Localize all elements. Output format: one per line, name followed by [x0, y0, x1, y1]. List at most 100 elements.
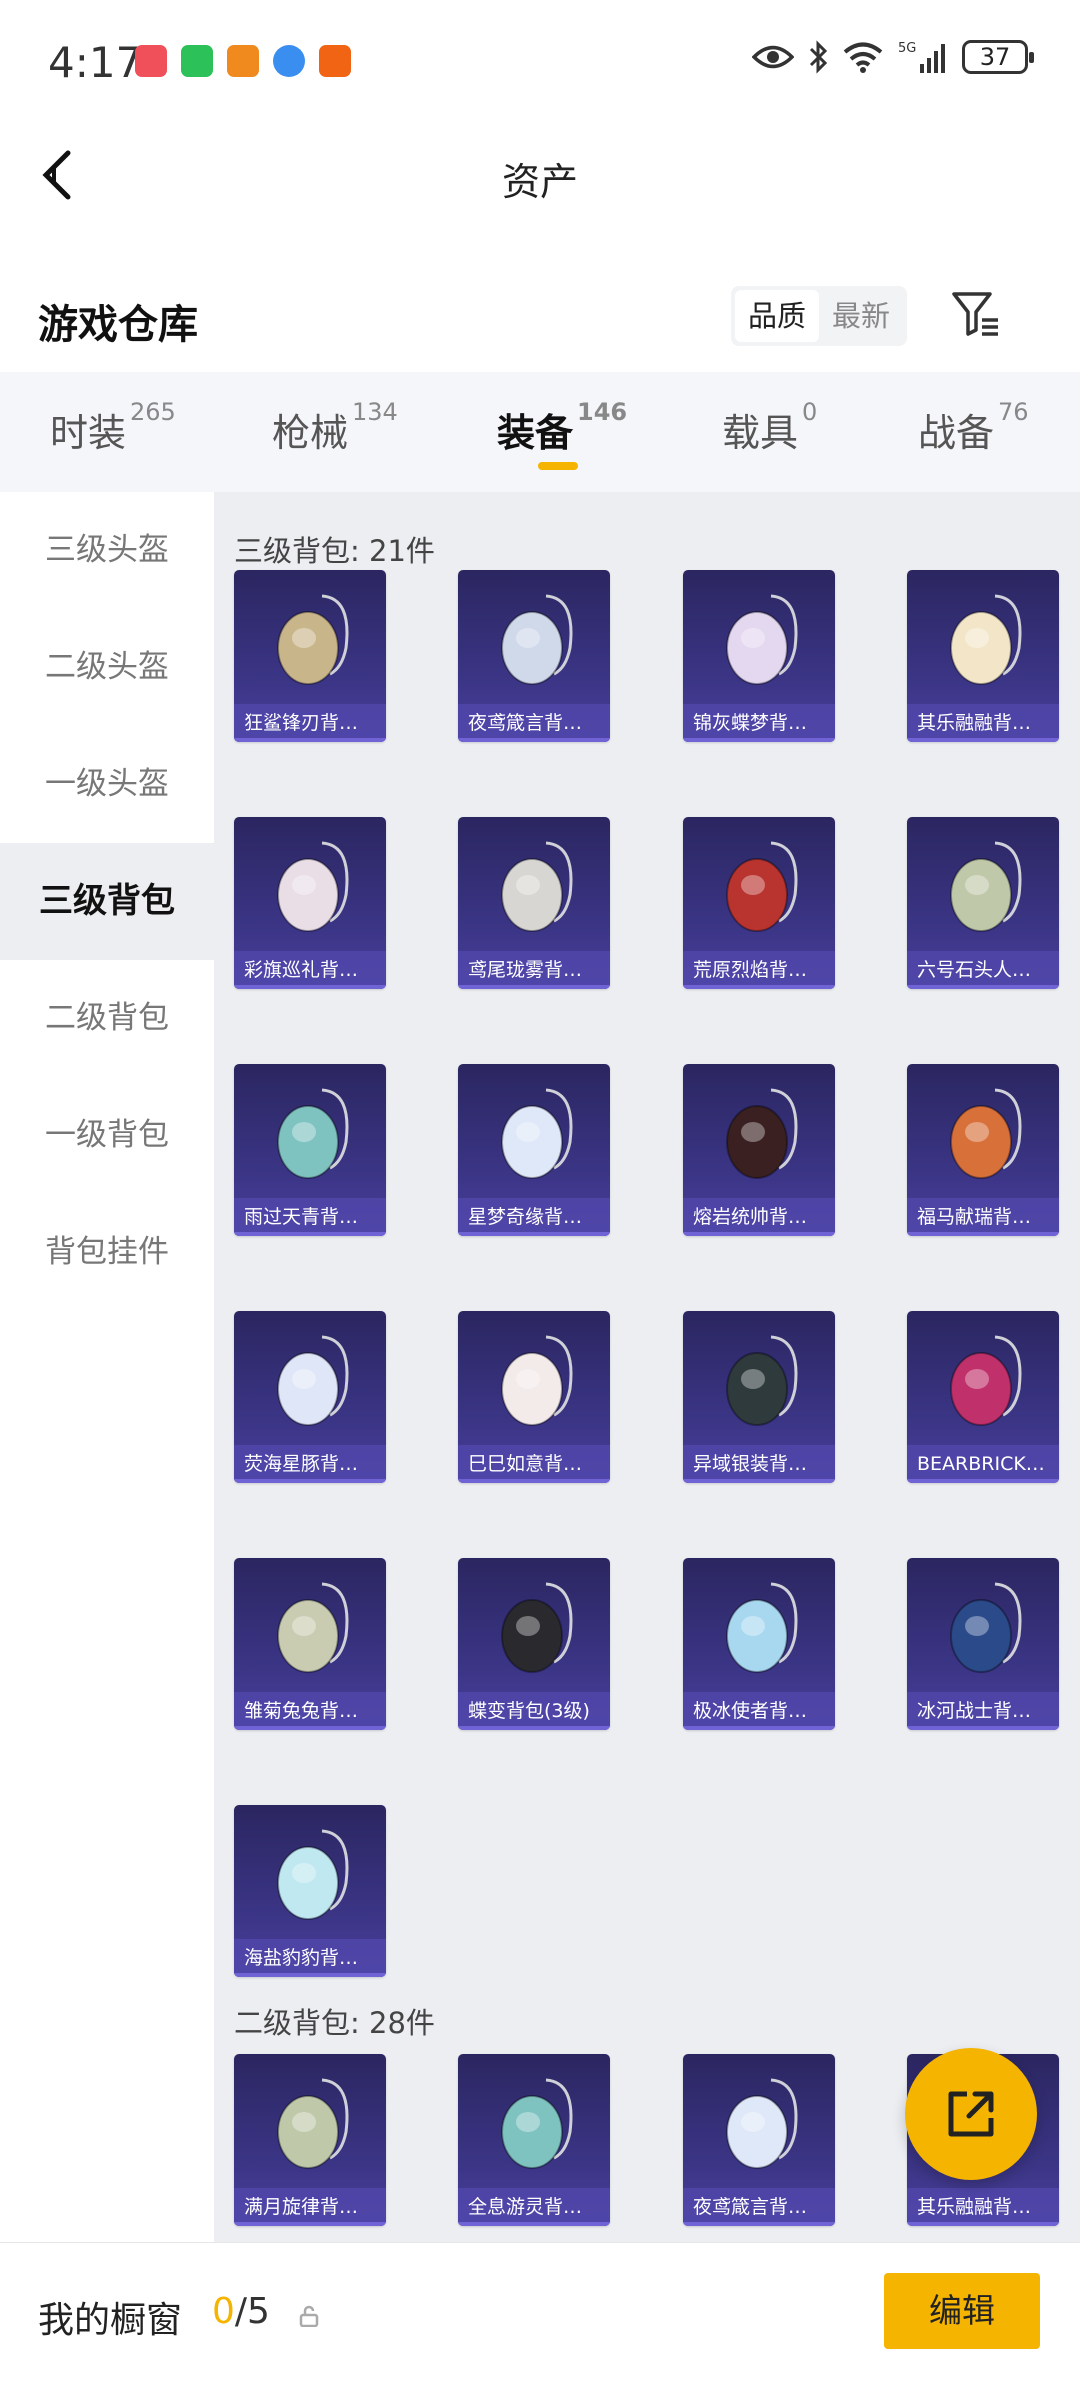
backpack-item-card[interactable]: 冰河战士背… — [907, 1558, 1059, 1730]
sidebar-item-lvl2-helmet[interactable]: 二级头盔 — [0, 609, 214, 726]
rarity-bar — [907, 1479, 1059, 1483]
tab-weapons[interactable]: 枪械 134 — [272, 398, 398, 457]
item-name: 锦灰蝶梦背… — [683, 704, 835, 742]
backpack-item-card[interactable]: 全息游灵背… — [458, 2054, 610, 2226]
backpack-item-card[interactable]: 荧海星豚背… — [234, 1311, 386, 1483]
backpack-image — [950, 594, 1022, 685]
browser-icon — [273, 45, 305, 77]
backpack-image — [950, 1335, 1022, 1426]
backpack-item-card[interactable]: 锦灰蝶梦背… — [683, 570, 835, 742]
backpack-item-card[interactable]: 六号石头人… — [907, 817, 1059, 989]
section-title: 三级背包: 21件 — [234, 534, 435, 568]
backpack-item-card[interactable]: 星梦奇缘背… — [458, 1064, 610, 1236]
rarity-bar — [907, 1232, 1059, 1236]
category-tabs: 时装 265 枪械 134 装备 146 载具 0 战备 76 — [0, 372, 1080, 492]
tab-supplies[interactable]: 战备 76 — [918, 398, 1029, 457]
backpack-item-card[interactable]: 夜鸢箴言背… — [683, 2054, 835, 2226]
item-name: 荒原烈焰背… — [683, 951, 835, 989]
status-time: 4:17 — [48, 38, 143, 87]
rarity-bar — [458, 1479, 610, 1483]
tab-equipment[interactable]: 装备 146 — [497, 398, 627, 457]
backpack-item-card[interactable]: 蝶变背包(3级) — [458, 1558, 610, 1730]
rarity-bar — [683, 985, 835, 989]
item-name: 全息游灵背… — [458, 2188, 610, 2226]
showcase-count: 0/5 — [212, 2291, 270, 2332]
wechat-icon — [181, 45, 213, 77]
backpack-item-card[interactable]: 海盐豹豹背… — [234, 1805, 386, 1977]
rarity-bar — [458, 2222, 610, 2226]
backpack-image — [277, 1582, 349, 1673]
showcase-label: 我的橱窗 — [38, 2300, 183, 2341]
filter-button[interactable] — [950, 288, 1002, 340]
item-name: 福马献瑞背… — [907, 1198, 1059, 1236]
backpack-image — [277, 594, 349, 685]
backpack-image — [726, 1088, 798, 1179]
item-name: 满月旋律背… — [234, 2188, 386, 2226]
item-name: 六号石头人… — [907, 951, 1059, 989]
rarity-bar — [683, 2222, 835, 2226]
sidebar-item-lvl1-backpack[interactable]: 一级背包 — [0, 1077, 214, 1194]
sort-newest[interactable]: 最新 — [819, 290, 903, 342]
backpack-item-card[interactable]: 极冰使者背… — [683, 1558, 835, 1730]
sidebar-item-lvl1-helmet[interactable]: 一级头盔 — [0, 726, 214, 843]
share-icon — [948, 2091, 994, 2137]
backpack-item-card[interactable]: 鸢尾珑雾背… — [458, 817, 610, 989]
backpack-image — [726, 1335, 798, 1426]
backpack-item-card[interactable]: 满月旋律背… — [234, 2054, 386, 2226]
backpack-item-card[interactable]: 彩旗巡礼背… — [234, 817, 386, 989]
tab-vehicles[interactable]: 载具 0 — [722, 398, 817, 457]
tab-fashion[interactable]: 时装 265 — [50, 398, 176, 457]
rarity-bar — [234, 1973, 386, 1977]
share-button[interactable] — [905, 2048, 1037, 2180]
sidebar-item-lvl3-backpack[interactable]: 三级背包 — [0, 843, 214, 960]
item-name: 蝶变背包(3级) — [458, 1692, 610, 1730]
backpack-item-card[interactable]: 巳巳如意背… — [458, 1311, 610, 1483]
edit-button[interactable]: 编辑 — [884, 2273, 1040, 2349]
item-name: 熔岩统帅背… — [683, 1198, 835, 1236]
backpack-item-card[interactable]: 雏菊兔兔背… — [234, 1558, 386, 1730]
item-grid-area: 三级背包: 21件 二级背包: 28件 狂鲨锋刃背… 夜鸢箴言背… 锦灰蝶梦背… 其乐… — [214, 492, 1080, 2242]
sidebar: 三级头盔 二级头盔 一级头盔 三级背包 二级背包 一级背包 背包挂件 — [0, 492, 214, 2242]
backpack-image — [501, 1582, 573, 1673]
backpack-item-card[interactable]: 夜鸢箴言背… — [458, 570, 610, 742]
backpack-item-card[interactable]: 荒原烈焰背… — [683, 817, 835, 989]
backpack-image — [501, 1335, 573, 1426]
item-name: 其乐融融背… — [907, 2188, 1059, 2226]
rarity-bar — [458, 1232, 610, 1236]
backpack-item-card[interactable]: 异域银装背… — [683, 1311, 835, 1483]
sidebar-item-backpack-charm[interactable]: 背包挂件 — [0, 1194, 214, 1311]
backpack-item-card[interactable]: 雨过天青背… — [234, 1064, 386, 1236]
filter-icon — [952, 292, 998, 336]
shop-app-icon — [135, 45, 167, 77]
backpack-image — [726, 841, 798, 932]
backpack-image — [726, 1582, 798, 1673]
sidebar-item-lvl3-helmet[interactable]: 三级头盔 — [0, 492, 214, 609]
eye-icon — [752, 42, 794, 72]
status-indicators: 5G 37 — [752, 40, 1034, 74]
item-name: 星梦奇缘背… — [458, 1198, 610, 1236]
backpack-image — [950, 1582, 1022, 1673]
backpack-image — [501, 2078, 573, 2169]
backpack-image — [726, 594, 798, 685]
wifi-icon — [842, 41, 884, 73]
backpack-image — [501, 594, 573, 685]
rarity-bar — [907, 985, 1059, 989]
rarity-bar — [234, 1726, 386, 1730]
backpack-item-card[interactable]: BEARBRICK… — [907, 1311, 1059, 1483]
item-name: 雨过天青背… — [234, 1198, 386, 1236]
backpack-item-card[interactable]: 熔岩统帅背… — [683, 1064, 835, 1236]
rarity-bar — [683, 1726, 835, 1730]
rarity-bar — [234, 1232, 386, 1236]
item-name: 狂鲨锋刃背… — [234, 704, 386, 742]
rarity-bar — [234, 985, 386, 989]
showcase-footer: 我的橱窗 0/5 编辑 — [0, 2242, 1080, 2381]
page-title: 资产 — [501, 160, 578, 204]
sidebar-item-lvl2-backpack[interactable]: 二级背包 — [0, 960, 214, 1077]
rarity-bar — [458, 738, 610, 742]
backpack-item-card[interactable]: 狂鲨锋刃背… — [234, 570, 386, 742]
item-name: 雏菊兔兔背… — [234, 1692, 386, 1730]
backpack-item-card[interactable]: 其乐融融背… — [907, 570, 1059, 742]
sort-quality[interactable]: 品质 — [735, 290, 819, 342]
active-tab-indicator — [538, 462, 578, 470]
backpack-item-card[interactable]: 福马献瑞背… — [907, 1064, 1059, 1236]
